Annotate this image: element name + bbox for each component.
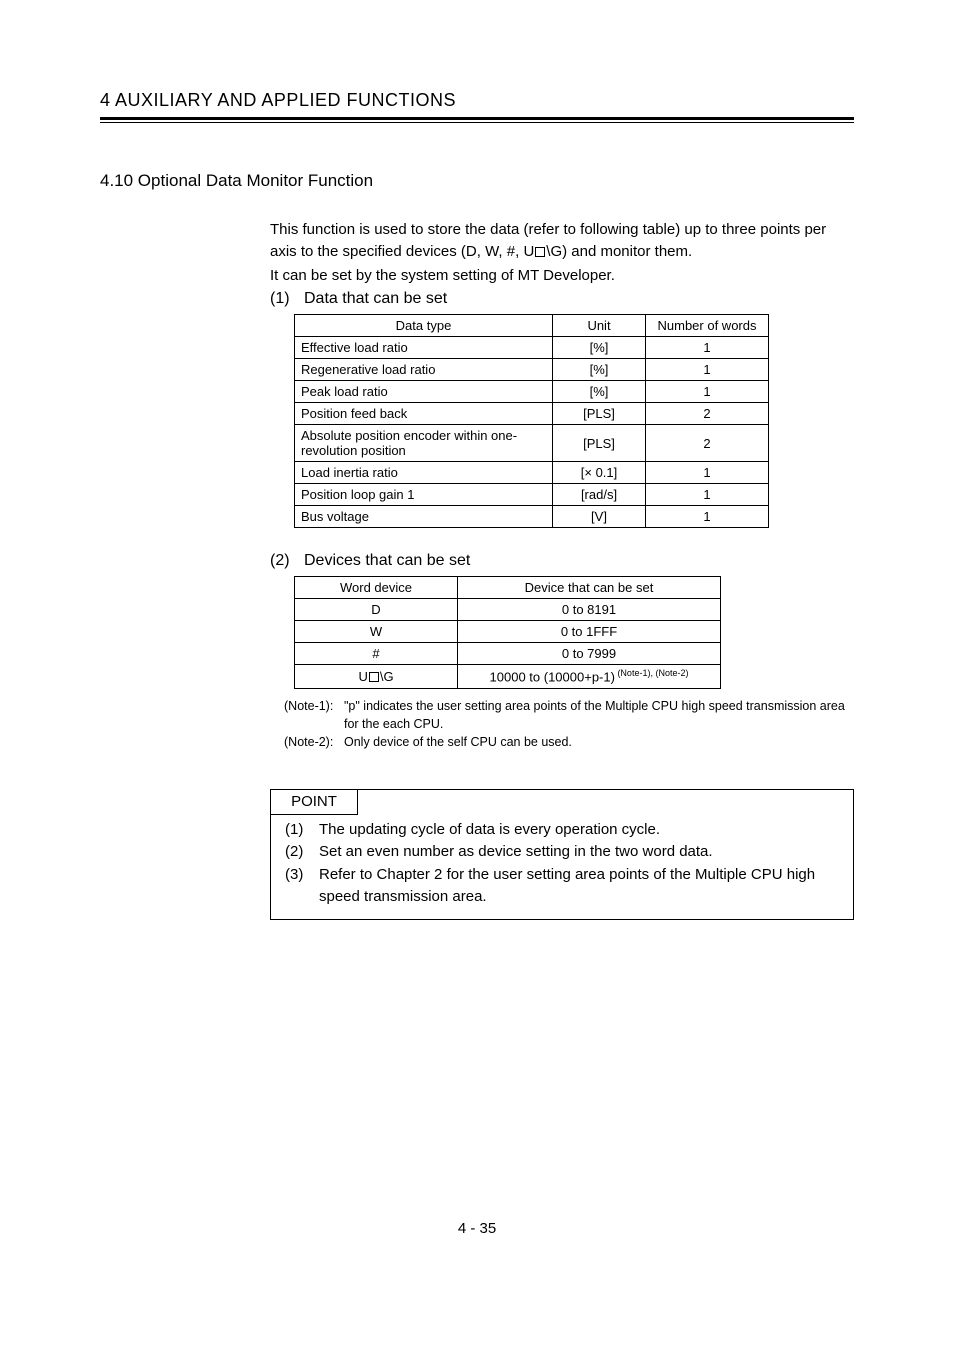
notes-block: (Note-1): "p" indicates the user setting… [284, 697, 854, 751]
cell: # [295, 643, 458, 665]
cell: Position feed back [295, 403, 553, 425]
table-row: Peak load ratio[%]1 [295, 381, 769, 403]
square-placeholder-icon [369, 672, 379, 682]
data-type-table: Data type Unit Number of words Effective… [294, 314, 769, 528]
table-row: Position loop gain 1[rad/s]1 [295, 484, 769, 506]
point-body: (1) The updating cycle of data is every … [271, 815, 853, 919]
cell: 10000 to (10000+p-1) (Note-1), (Note-2) [458, 665, 721, 688]
point-row: (1) The updating cycle of data is every … [285, 819, 839, 842]
col-word-device: Word device [295, 577, 458, 599]
table-row: Absolute position encoder within one-rev… [295, 425, 769, 462]
cell: Effective load ratio [295, 337, 553, 359]
point-box: POINT (1) The updating cycle of data is … [270, 789, 854, 920]
point-number: (2) [285, 841, 319, 864]
table-row: Bus voltage[V]1 [295, 506, 769, 528]
note-1: (Note-1): "p" indicates the user setting… [284, 697, 854, 733]
table-row: W0 to 1FFF [295, 621, 721, 643]
cell: 0 to 8191 [458, 599, 721, 621]
cell: D [295, 599, 458, 621]
cell: U \G [295, 665, 458, 688]
table-row: #0 to 7999 [295, 643, 721, 665]
subsection-2-number: (2) [270, 552, 304, 570]
note-2: (Note-2): Only device of the self CPU ca… [284, 733, 854, 751]
cell: 0 to 1FFF [458, 621, 721, 643]
cell: 1 [646, 462, 769, 484]
cell: [%] [553, 359, 646, 381]
subsection-1-heading: (1) Data that can be set [270, 290, 854, 308]
device-table: Word device Device that can be set D0 to… [294, 576, 721, 688]
note-2-label: (Note-2): [284, 733, 344, 751]
point-text: Refer to Chapter 2 for the user setting … [319, 864, 839, 909]
cell: Regenerative load ratio [295, 359, 553, 381]
cell: Load inertia ratio [295, 462, 553, 484]
range-superscript: (Note-1), (Note-2) [615, 668, 689, 678]
chapter-header: 4 AUXILIARY AND APPLIED FUNCTIONS [100, 90, 854, 117]
point-row: (2) Set an even number as device setting… [285, 841, 839, 864]
cell: W [295, 621, 458, 643]
note-1-text: "p" indicates the user setting area poin… [344, 697, 854, 733]
cell: 0 to 7999 [458, 643, 721, 665]
cell: 1 [646, 337, 769, 359]
cell: 1 [646, 506, 769, 528]
col-device-range: Device that can be set [458, 577, 721, 599]
subsection-2-title: Devices that can be set [304, 552, 470, 570]
section-title: 4.10 Optional Data Monitor Function [100, 171, 854, 191]
col-data-type: Data type [295, 315, 553, 337]
cell: [%] [553, 381, 646, 403]
cell: 1 [646, 484, 769, 506]
point-number: (3) [285, 864, 319, 909]
note-1-label: (Note-1): [284, 697, 344, 733]
subsection-1-title: Data that can be set [304, 290, 447, 308]
point-row: (3) Refer to Chapter 2 for the user sett… [285, 864, 839, 909]
note-2-text: Only device of the self CPU can be used. [344, 733, 854, 751]
header-rule-thin [100, 122, 854, 123]
cell: [V] [553, 506, 646, 528]
table-header-row: Data type Unit Number of words [295, 315, 769, 337]
subsection-1-number: (1) [270, 290, 304, 308]
table-row: Regenerative load ratio[%]1 [295, 359, 769, 381]
point-number: (1) [285, 819, 319, 842]
point-text: Set an even number as device setting in … [319, 841, 713, 864]
cell: 1 [646, 359, 769, 381]
intro-l1-post: \G) and monitor them. [546, 243, 692, 260]
cell: [rad/s] [553, 484, 646, 506]
intro-line-1: This function is used to store the data … [270, 219, 854, 263]
cell: Position loop gain 1 [295, 484, 553, 506]
u-prefix: U [358, 669, 367, 684]
u-suffix: \G [380, 669, 394, 684]
cell: [PLS] [553, 425, 646, 462]
page-footer: 4 - 35 [100, 1220, 854, 1237]
table-row: Position feed back[PLS]2 [295, 403, 769, 425]
table-row: U \G 10000 to (10000+p-1) (Note-1), (Note… [295, 665, 721, 688]
cell: Bus voltage [295, 506, 553, 528]
table-row: Effective load ratio[%]1 [295, 337, 769, 359]
point-tab: POINT [271, 789, 358, 815]
cell: [%] [553, 337, 646, 359]
cell: [PLS] [553, 403, 646, 425]
table-row: Load inertia ratio[× 0.1]1 [295, 462, 769, 484]
range-text: 10000 to (10000+p-1) [490, 670, 615, 685]
cell: 2 [646, 425, 769, 462]
subsection-2-heading: (2) Devices that can be set [270, 552, 854, 570]
cell: 1 [646, 381, 769, 403]
table-header-row: Word device Device that can be set [295, 577, 721, 599]
cell: Peak load ratio [295, 381, 553, 403]
square-placeholder-icon [535, 247, 545, 257]
cell: 2 [646, 403, 769, 425]
point-text: The updating cycle of data is every oper… [319, 819, 660, 842]
header-rule-thick [100, 117, 854, 120]
cell: Absolute position encoder within one-rev… [295, 425, 553, 462]
table-row: D0 to 8191 [295, 599, 721, 621]
col-words: Number of words [646, 315, 769, 337]
col-unit: Unit [553, 315, 646, 337]
cell: [× 0.1] [553, 462, 646, 484]
intro-line-2: It can be set by the system setting of M… [270, 265, 854, 287]
